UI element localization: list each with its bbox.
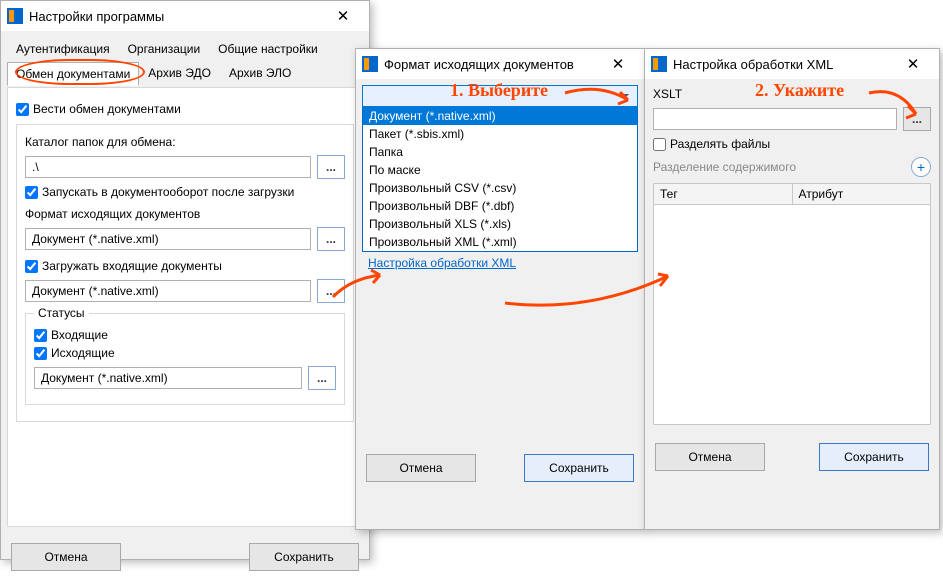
tab-exchange[interactable]: Обмен документами	[7, 62, 139, 86]
window-title: Настройки программы	[29, 9, 164, 24]
xslt-label: XSLT	[653, 87, 931, 101]
tab-elo[interactable]: Архив ЭЛО	[220, 61, 300, 85]
load-incoming-checkbox[interactable]: Загружать входящие документы	[25, 259, 345, 273]
out-format-label: Формат исходящих документов	[25, 207, 345, 221]
load-incoming-label: Загружать входящие документы	[42, 259, 222, 273]
xml-window: Настройка обработки XML ✕ XSLT ... Разде…	[644, 48, 940, 530]
table-header: Тег Атрибут	[653, 183, 931, 205]
folder-input[interactable]	[25, 156, 311, 178]
settings-window: Настройки программы ✕ Аутентификация Орг…	[0, 0, 370, 560]
save-button[interactable]: Сохранить	[249, 543, 359, 571]
status-out-checkbox[interactable]: Исходящие	[34, 346, 336, 360]
tab-auth[interactable]: Аутентификация	[7, 37, 119, 61]
format-option[interactable]: Произвольный CSV (*.csv)	[363, 179, 637, 197]
window-title: Настройка обработки XML	[673, 57, 833, 72]
titlebar: Настройки программы ✕	[1, 1, 369, 31]
statuses-group: Статусы Входящие Исходящие ...	[25, 313, 345, 405]
format-option[interactable]: Произвольный XLS (*.xls)	[363, 215, 637, 233]
titlebar: Формат исходящих документов ✕	[356, 49, 644, 79]
app-icon	[7, 8, 23, 24]
chevron-down-icon	[619, 94, 629, 99]
cancel-button[interactable]: Отмена	[11, 543, 121, 571]
xslt-browse-button[interactable]: ...	[903, 107, 931, 131]
app-icon	[651, 56, 667, 72]
split-content-label: Разделение содержимого	[653, 160, 796, 174]
add-button[interactable]: +	[911, 157, 931, 177]
autostart-label: Запускать в документооборот после загруз…	[42, 185, 294, 199]
folder-group: Каталог папок для обмена: ... Запускать …	[16, 124, 354, 422]
status-input[interactable]	[34, 367, 302, 389]
format-option[interactable]: Произвольный XML (*.xml)	[363, 233, 637, 251]
format-option[interactable]: Произвольный DBF (*.dbf)	[363, 197, 637, 215]
xslt-input[interactable]	[653, 108, 897, 130]
cancel-button[interactable]: Отмена	[655, 443, 765, 471]
xml-body: XSLT ... Разделять файлы Разделение соде…	[645, 79, 939, 433]
autostart-checkbox[interactable]: Запускать в документооборот после загруз…	[25, 185, 345, 199]
close-icon[interactable]: ✕	[893, 55, 933, 73]
table-body	[653, 205, 931, 425]
folder-label: Каталог папок для обмена:	[25, 135, 345, 149]
cancel-button[interactable]: Отмена	[366, 454, 476, 482]
footer: Отмена Сохранить	[356, 444, 644, 492]
incoming-browse-button[interactable]: ...	[317, 279, 345, 303]
format-select[interactable]	[362, 85, 638, 107]
out-format-input[interactable]	[25, 228, 311, 250]
format-option[interactable]: Папка	[363, 143, 637, 161]
footer: Отмена Сохранить	[645, 433, 939, 481]
out-format-browse-button[interactable]: ...	[317, 227, 345, 251]
titlebar: Настройка обработки XML ✕	[645, 49, 939, 79]
tabs: Аутентификация Организации Общие настрой…	[1, 31, 369, 85]
format-option[interactable]: По маске	[363, 161, 637, 179]
col-attr: Атрибут	[793, 184, 931, 204]
status-in-label: Входящие	[51, 328, 108, 342]
statuses-title: Статусы	[34, 306, 89, 320]
format-option[interactable]: Пакет (*.sbis.xml)	[363, 125, 637, 143]
close-icon[interactable]: ✕	[323, 7, 363, 25]
tab-general[interactable]: Общие настройки	[209, 37, 327, 61]
folder-browse-button[interactable]: ...	[317, 155, 345, 179]
window-title: Формат исходящих документов	[384, 57, 574, 72]
tab-edo[interactable]: Архив ЭДО	[139, 61, 220, 85]
format-window: Формат исходящих документов ✕ Документ (…	[355, 48, 645, 530]
format-option[interactable]: Документ (*.native.xml)	[363, 107, 637, 125]
save-button[interactable]: Сохранить	[819, 443, 929, 471]
enable-exchange-checkbox[interactable]: Вести обмен документами	[16, 102, 354, 116]
col-tag: Тег	[654, 184, 793, 204]
save-button[interactable]: Сохранить	[524, 454, 634, 482]
app-icon	[362, 56, 378, 72]
split-files-label: Разделять файлы	[670, 137, 770, 151]
enable-exchange-label: Вести обмен документами	[33, 102, 181, 116]
incoming-input[interactable]	[25, 280, 311, 302]
close-icon[interactable]: ✕	[598, 55, 638, 73]
format-dropdown: Документ (*.native.xml) Пакет (*.sbis.xm…	[362, 107, 638, 252]
status-browse-button[interactable]: ...	[308, 366, 336, 390]
tab-orgs[interactable]: Организации	[119, 37, 210, 61]
xml-settings-link[interactable]: Настройка обработки XML	[362, 252, 522, 274]
status-in-checkbox[interactable]: Входящие	[34, 328, 336, 342]
status-out-label: Исходящие	[51, 346, 115, 360]
format-body: Документ (*.native.xml) Пакет (*.sbis.xm…	[356, 79, 644, 444]
footer: Отмена Сохранить	[1, 533, 369, 581]
split-files-checkbox[interactable]: Разделять файлы	[653, 137, 931, 151]
tab-panel: Вести обмен документами Каталог папок дл…	[7, 87, 363, 527]
